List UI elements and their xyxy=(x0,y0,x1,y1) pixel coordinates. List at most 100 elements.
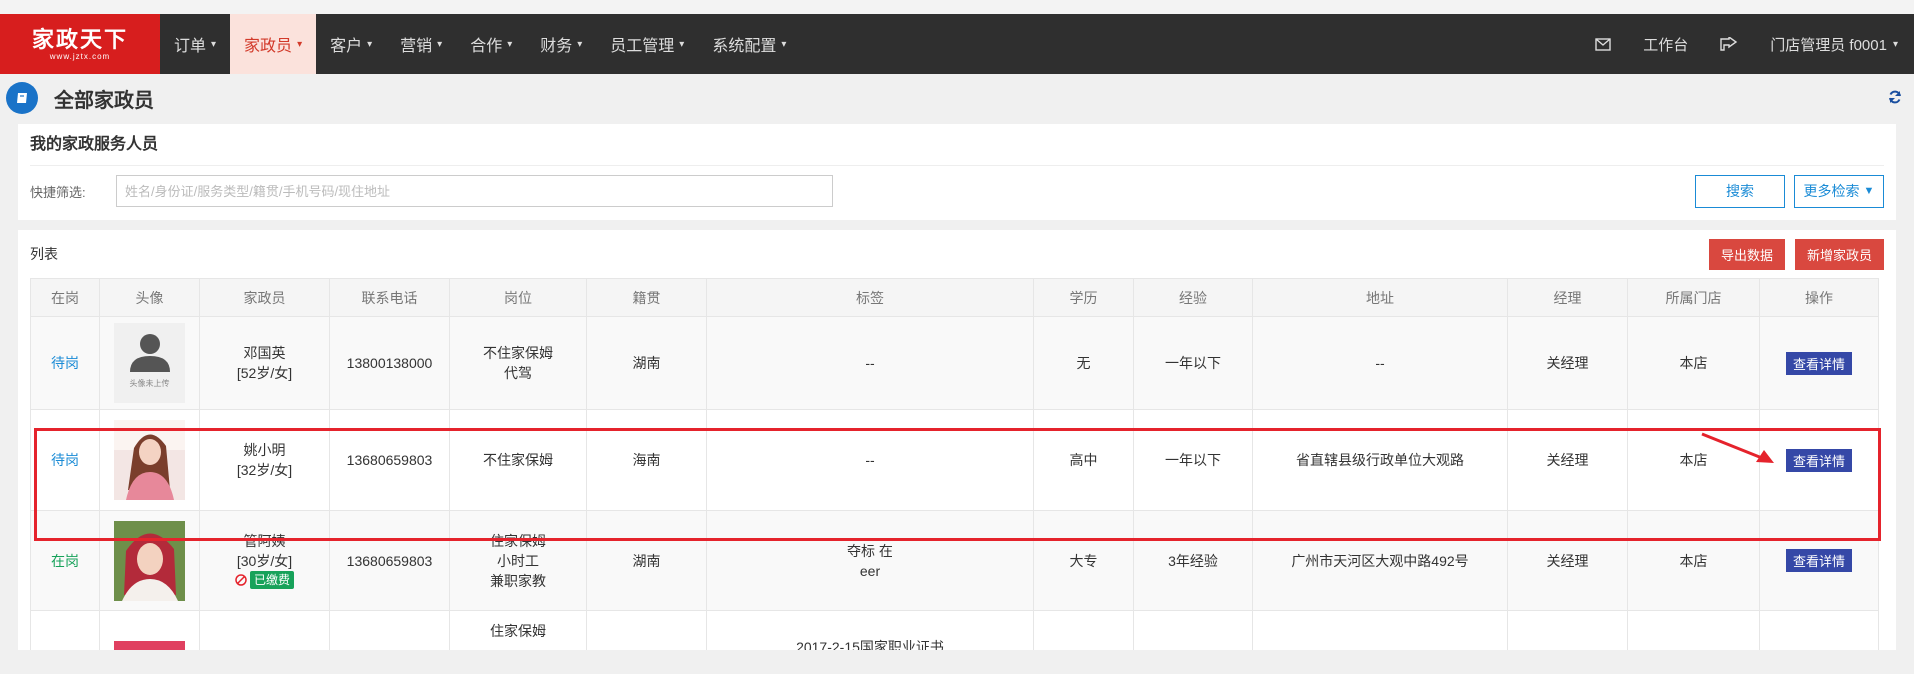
col-header: 头像 xyxy=(99,278,200,317)
position-line: 住家保姆 xyxy=(490,532,546,549)
position-line: 不住家保姆 xyxy=(483,345,553,361)
housekeeper-name: 管阿姨 xyxy=(243,532,286,549)
avatar-photo xyxy=(114,420,185,500)
education-cell: 无 xyxy=(1033,316,1134,410)
col-header: 操作 xyxy=(1759,278,1879,317)
filter-panel: 我的家政服务人员 快捷筛选: 搜索 更多检索▼ xyxy=(18,124,1896,220)
col-header: 所属门店 xyxy=(1627,278,1760,317)
caret-down-icon: ▾ xyxy=(437,38,443,50)
origin-cell: 海南 xyxy=(586,409,707,511)
avatar-caption: 头像未上传 xyxy=(129,379,170,388)
quick-filter-input[interactable] xyxy=(116,175,833,207)
nav-settings[interactable]: 系统配置 ▾ xyxy=(698,14,800,74)
pointer-hand-icon[interactable] xyxy=(1704,14,1754,74)
tag-line: 夺标 在 xyxy=(847,542,893,559)
mail-icon[interactable] xyxy=(1579,14,1627,74)
tag-cell: -- xyxy=(706,409,1034,511)
user-menu[interactable]: 门店管理员 f0001 ▾ xyxy=(1754,14,1914,74)
logo-brand: 家政天下 xyxy=(31,26,128,53)
refresh-icon[interactable] xyxy=(1888,90,1902,107)
position-line: 兼职家教 xyxy=(490,572,546,589)
book-icon xyxy=(6,82,38,114)
col-header: 联系电话 xyxy=(329,278,450,317)
more-search-button[interactable]: 更多检索 ▼ xyxy=(1794,174,1884,208)
tag-cell: 2017-2-15国家职业证书 xyxy=(706,610,1034,650)
col-header: 家政员 xyxy=(199,278,330,317)
logo-domain: www.jztx.com xyxy=(49,51,111,61)
view-details-button[interactable]: 查看详情 xyxy=(1785,351,1852,375)
status-label[interactable]: 在岗 xyxy=(51,553,79,569)
housekeeper-meta: [52岁/女] xyxy=(236,365,293,381)
paid-status: 已缴费 xyxy=(235,570,294,589)
avatar-placeholder: 头像未上传 xyxy=(114,323,185,403)
nav-marketing[interactable]: 营销 ▾ xyxy=(386,14,456,74)
page-header: 全部家政员 xyxy=(0,74,1914,122)
table-header-row: 在岗 头像 家政员 联系电话 岗位 籍贯 标签 学历 经验 地址 经理 所属门店… xyxy=(30,278,1879,317)
search-button[interactable]: 搜索 xyxy=(1695,174,1785,208)
nav-housekeepers[interactable]: 家政员 ▾ xyxy=(230,14,317,74)
col-header: 籍贯 xyxy=(586,278,707,317)
nav-label: 营销 xyxy=(400,38,433,55)
nav-label: 合作 xyxy=(470,38,503,55)
filter-label: 快捷筛选: xyxy=(30,184,86,200)
manager-cell: 关经理 xyxy=(1507,316,1628,410)
housekeeper-table: 在岗 头像 家政员 联系电话 岗位 籍贯 标签 学历 经验 地址 经理 所属门店… xyxy=(30,278,1879,650)
export-button[interactable]: 导出数据 xyxy=(1708,238,1785,270)
col-header: 学历 xyxy=(1033,278,1134,317)
browser-bookmarks-strip xyxy=(0,0,1914,14)
list-panel: 列表 导出数据 新增家政员 在岗 头像 家政员 联系电话 岗位 籍贯 标签 学历… xyxy=(18,230,1896,650)
caret-down-icon: ▾ xyxy=(297,38,303,50)
nav-staff[interactable]: 员工管理 ▾ xyxy=(596,14,698,74)
col-header: 在岗 xyxy=(30,278,100,317)
education-cell: 大专 xyxy=(1033,510,1134,611)
housekeeper-meta: [32岁/女] xyxy=(236,462,293,478)
position-line: 代驾 xyxy=(504,365,532,381)
education-cell: 高中 xyxy=(1033,409,1134,511)
tag-cell: -- xyxy=(706,316,1034,410)
nav-label: 客户 xyxy=(330,38,363,55)
view-details-button[interactable]: 查看详情 xyxy=(1785,448,1852,472)
page-title: 全部家政员 xyxy=(54,89,154,112)
add-housekeeper-button[interactable]: 新增家政员 xyxy=(1794,238,1884,270)
store-cell: 本店 xyxy=(1627,510,1760,611)
origin-cell: 湖南 xyxy=(586,510,707,611)
nav-label: 订单 xyxy=(174,38,207,55)
caret-down-icon: ▾ xyxy=(679,38,685,50)
logo[interactable]: 家政天下 www.jztx.com xyxy=(0,14,160,74)
nav-label: 系统配置 xyxy=(712,38,777,55)
table-row: 待岗 姚小明 [32岁/女] 13680659803 不住家保姆 海南 -- 高中… xyxy=(30,409,1879,511)
position-line: 不住家保姆 xyxy=(483,452,553,468)
avatar-photo xyxy=(114,520,185,601)
view-details-button[interactable]: 查看详情 xyxy=(1785,549,1852,572)
workbench-link[interactable]: 工作台 xyxy=(1627,14,1704,74)
col-header: 经验 xyxy=(1133,278,1253,317)
top-navbar: 家政天下 www.jztx.com 订单 ▾ 家政员 ▾ 客户 ▾ 营销 ▾ 合作 ▾ 财… xyxy=(0,14,1914,74)
experience-cell: 一年以下 xyxy=(1133,316,1253,410)
position-line: 小时工 xyxy=(497,552,539,569)
avatar-photo xyxy=(114,641,185,650)
experience-cell: 一年以下 xyxy=(1133,409,1253,511)
nav-label: 家政员 xyxy=(244,38,293,55)
nav-orders[interactable]: 订单 ▾ xyxy=(160,14,230,74)
nav-finance[interactable]: 财务 ▾ xyxy=(526,14,596,74)
more-search-label: 更多检索 xyxy=(1803,183,1860,199)
status-label[interactable]: 待岗 xyxy=(51,452,79,468)
nav-label: 员工管理 xyxy=(610,38,675,55)
table-row: 在岗 管阿姨 [30岁/女] 已缴费 13680659803 住家保姆 小时工 兼职… xyxy=(30,510,1879,611)
tag-line: eer xyxy=(859,562,881,579)
housekeeper-name: 姚小明 xyxy=(243,442,286,458)
housekeeper-meta: [30岁/女] xyxy=(236,552,293,569)
caret-down-icon: ▾ xyxy=(1892,38,1898,50)
manager-cell: 关经理 xyxy=(1507,409,1628,511)
col-header: 经理 xyxy=(1507,278,1628,317)
nav-cooperation[interactable]: 合作 ▾ xyxy=(456,14,526,74)
nav-customers[interactable]: 客户 ▾ xyxy=(316,14,386,74)
col-header: 岗位 xyxy=(449,278,587,317)
status-label[interactable]: 待岗 xyxy=(51,355,79,371)
store-cell: 本店 xyxy=(1627,316,1760,410)
col-header: 地址 xyxy=(1252,278,1508,317)
paid-badge: 已缴费 xyxy=(249,570,294,589)
user-label: 门店管理员 f0001 xyxy=(1770,36,1887,54)
table-row: 待岗 头像未上传 邓国英 [52岁/女] 13800138000 不住家保姆 代驾 … xyxy=(30,316,1879,410)
filter-row: 快捷筛选: 搜索 更多检索▼ xyxy=(30,166,1884,216)
